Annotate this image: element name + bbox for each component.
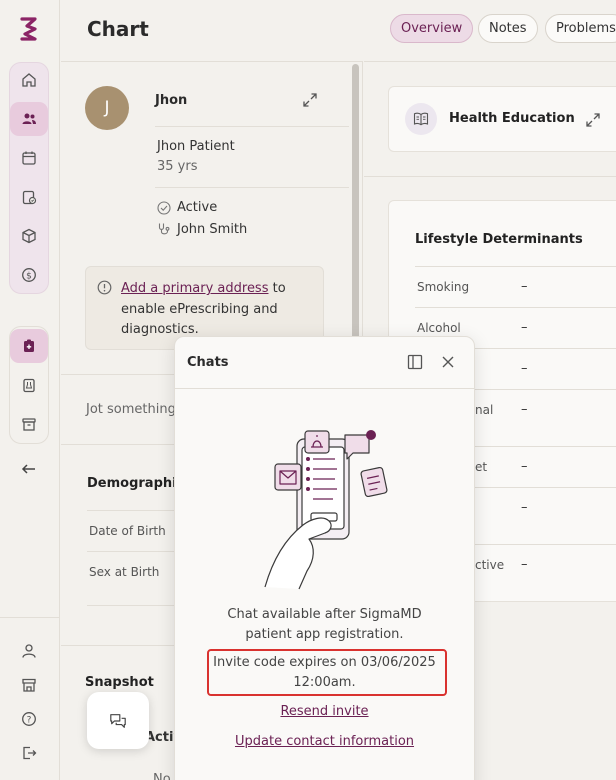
store-icon[interactable] — [10, 668, 48, 702]
user-profile-icon[interactable] — [10, 634, 48, 668]
divider — [87, 605, 187, 606]
patient-status: Active — [177, 200, 218, 215]
lifestyle-value: – — [521, 320, 528, 335]
check-circle-icon — [157, 201, 171, 215]
expand-icon[interactable] — [585, 112, 601, 128]
lifestyle-value: – — [521, 500, 528, 515]
info-icon — [97, 280, 112, 295]
notice-text: Add a primary address to enable ePrescri… — [121, 279, 316, 341]
chat-message-line1: Chat available after SigmaMD — [227, 607, 422, 622]
divider — [415, 266, 616, 267]
invite-expiry-line2: 12:00am. — [293, 675, 356, 690]
close-icon[interactable] — [441, 355, 455, 369]
svg-text:$: $ — [26, 271, 32, 281]
chat-fab-button[interactable] — [87, 692, 149, 749]
collapse-arrow-icon[interactable] — [10, 452, 48, 486]
lifestyle-value: – — [521, 557, 528, 572]
tab-overview[interactable]: Overview — [390, 14, 474, 43]
lifestyle-value: – — [521, 402, 528, 417]
clinical-icon[interactable] — [10, 329, 48, 363]
calendar-icon[interactable] — [10, 141, 48, 175]
patient-age: 35 yrs — [157, 159, 198, 174]
jot-input[interactable]: Jot something — [86, 402, 176, 417]
package-icon[interactable] — [10, 219, 48, 253]
patient-provider: John Smith — [177, 222, 248, 237]
expand-icon[interactable] — [302, 92, 318, 108]
lifestyle-value: – — [521, 361, 528, 376]
resend-invite-link[interactable]: Resend invite — [175, 704, 474, 719]
dob-label: Date of Birth — [89, 524, 166, 538]
lifestyle-title: Lifestyle Determinants — [415, 232, 583, 247]
navigation-rail: $ ? — [0, 0, 60, 780]
tab-notes[interactable]: Notes — [478, 14, 538, 43]
chat-panel: Chats Chat available after SigmaMD patie… — [174, 336, 475, 780]
avatar: J — [85, 86, 129, 130]
svg-text:?: ? — [27, 715, 32, 725]
lifestyle-label: et — [475, 460, 488, 474]
tasks-icon[interactable] — [10, 180, 48, 214]
divider — [155, 126, 349, 127]
lab-report-icon[interactable] — [10, 368, 48, 402]
update-contact-link[interactable]: Update contact information — [175, 734, 474, 749]
divider — [87, 510, 187, 511]
invite-expiry-line1: Invite code expires on 03/06/2025 — [213, 655, 436, 670]
divider — [364, 176, 616, 177]
snapshot-item-2: No — [153, 772, 171, 780]
divider — [155, 187, 349, 188]
sex-label: Sex at Birth — [89, 565, 160, 579]
chat-message-line2: patient app registration. — [245, 627, 404, 642]
help-icon[interactable]: ? — [10, 702, 48, 736]
page-title: Chart — [87, 17, 149, 41]
chat-header: Chats — [175, 337, 474, 389]
tab-problems[interactable]: Problems — [545, 14, 616, 43]
patients-icon[interactable] — [10, 102, 48, 136]
phone-illustration-icon — [264, 430, 388, 590]
chat-title: Chats — [187, 355, 229, 370]
dock-panel-icon[interactable] — [407, 354, 423, 370]
archive-icon[interactable] — [10, 407, 48, 441]
lifestyle-label: nal — [475, 403, 494, 417]
lifestyle-label: Alcohol — [417, 321, 461, 335]
health-education-title: Health Education — [449, 111, 575, 126]
lifestyle-value: – — [521, 279, 528, 294]
patient-full-name: Jhon Patient — [157, 139, 235, 154]
lifestyle-label: ctive — [475, 558, 505, 572]
billing-icon[interactable]: $ — [10, 258, 48, 292]
add-address-link[interactable]: Add a primary address — [121, 281, 268, 296]
health-education-card[interactable]: Health Education — [388, 86, 616, 152]
book-icon — [405, 103, 437, 135]
stethoscope-icon — [158, 223, 170, 235]
divider — [415, 307, 616, 308]
home-icon[interactable] — [10, 63, 48, 97]
lifestyle-value: – — [521, 459, 528, 474]
rail-divider — [0, 617, 60, 618]
logout-icon[interactable] — [10, 736, 48, 770]
panel-scrollbar[interactable] — [352, 64, 359, 344]
chat-bubbles-icon — [110, 713, 126, 728]
lifestyle-label: Smoking — [417, 280, 470, 294]
snapshot-title: Snapshot — [85, 675, 154, 690]
app-logo-icon[interactable] — [17, 15, 41, 43]
divider — [87, 551, 187, 552]
patient-name: Jhon — [155, 93, 188, 108]
